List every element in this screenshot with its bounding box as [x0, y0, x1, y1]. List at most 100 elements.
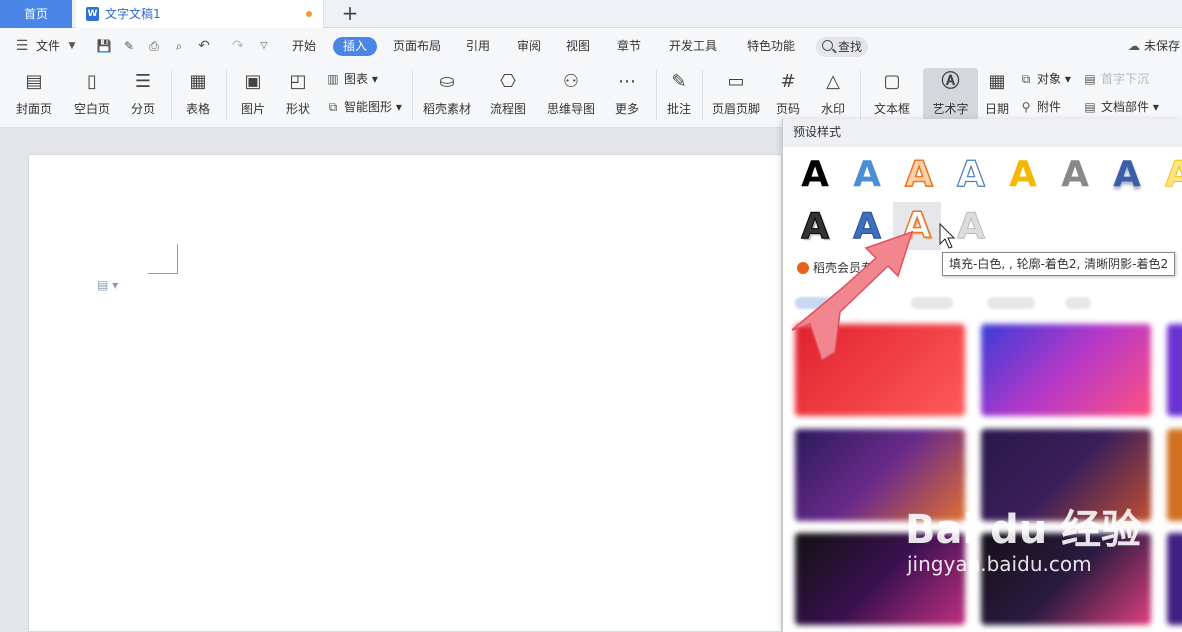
menu-dev-tools[interactable]: 开发工具: [669, 28, 717, 64]
object-label: 对象: [1037, 72, 1062, 86]
print-icon[interactable]: ⎙: [146, 38, 162, 54]
table-icon: ▦: [189, 71, 207, 92]
blank-page-button[interactable]: ▯ 空白页: [66, 68, 118, 124]
docparts-icon: ▤: [1084, 100, 1096, 114]
undo-icon[interactable]: ↶: [196, 38, 212, 54]
table-label: 表格: [185, 102, 210, 116]
blurred-category-tab[interactable]: [911, 297, 953, 309]
material-icon: ⛀: [439, 71, 455, 92]
menu-chapter[interactable]: 章节: [617, 28, 641, 64]
wordart-style-9[interactable]: A: [791, 203, 839, 251]
page-break-button[interactable]: ☰ 分页: [123, 68, 163, 124]
blurred-template-thumbnail[interactable]: [795, 533, 965, 625]
unsaved-status[interactable]: 未保存: [1144, 28, 1180, 64]
search-button[interactable]: 查找: [816, 37, 868, 57]
menu-insert[interactable]: 插入: [333, 37, 377, 56]
calendar-icon: ▦: [988, 71, 1006, 92]
dropcap-icon: ▤: [1084, 72, 1096, 86]
wordart-style-1[interactable]: A: [791, 151, 839, 199]
page-number-button[interactable]: # 页码: [768, 68, 808, 124]
picture-label: 图片: [240, 102, 265, 116]
unsaved-dot-icon: [306, 11, 312, 17]
writer-doc-icon: W: [86, 7, 99, 21]
tab-document[interactable]: W 文字文稿1: [76, 0, 324, 28]
wordart-button[interactable]: Ⓐ 艺术字: [923, 68, 978, 124]
save-icon[interactable]: 💾: [96, 38, 112, 54]
attachment-button[interactable]: ⚲ 附件: [1018, 96, 1061, 118]
preset-styles-header: 预设样式: [783, 119, 1182, 147]
watermark-label: 水印: [820, 102, 845, 116]
wordart-style-8[interactable]: A: [1155, 151, 1182, 199]
menu-page-layout[interactable]: 页面布局: [393, 28, 441, 64]
menu-start[interactable]: 开始: [292, 28, 316, 64]
document-page[interactable]: [28, 154, 782, 632]
watermark-button[interactable]: △ 水印: [813, 68, 853, 124]
menu-references[interactable]: 引用: [466, 28, 490, 64]
hamburger-menu-icon[interactable]: ☰: [14, 38, 30, 54]
flowchart-button[interactable]: ⎔ 流程图: [482, 68, 534, 124]
menu-view[interactable]: 视图: [566, 28, 590, 64]
blurred-category-tab[interactable]: [795, 297, 845, 309]
blurred-category-tab[interactable]: [1065, 297, 1091, 309]
table-button[interactable]: ▦ 表格: [178, 68, 218, 124]
menu-special-features[interactable]: 特色功能: [747, 28, 795, 64]
picture-button[interactable]: ▣ 图片: [233, 68, 273, 124]
blurred-category-tab[interactable]: [987, 297, 1035, 309]
ribbon-divider: [226, 70, 227, 120]
watermark-icon: △: [826, 71, 840, 92]
paragraph-options-icon[interactable]: ▤ ▾: [97, 278, 123, 292]
mindmap-button[interactable]: ⚇ 思维导图: [540, 68, 602, 124]
page-number-label: 页码: [775, 102, 800, 116]
margin-corner-mark: [148, 244, 178, 274]
page-break-icon: ☰: [134, 71, 152, 92]
chevron-down-icon[interactable]: ▼: [64, 38, 80, 54]
ribbon-divider: [171, 70, 172, 120]
header-footer-icon: ▭: [727, 71, 745, 92]
blurred-template-thumbnail[interactable]: [1167, 429, 1182, 521]
dropcap-button[interactable]: ▤ 首字下沉: [1082, 68, 1149, 90]
menu-file[interactable]: 文件: [36, 28, 60, 64]
ribbon-divider: [860, 70, 861, 120]
blurred-template-thumbnail[interactable]: [981, 429, 1151, 521]
wordart-style-7[interactable]: A: [1103, 151, 1151, 199]
attachment-label: 附件: [1037, 100, 1062, 114]
smartart-button[interactable]: ⧉ 智能图形 ▾: [325, 96, 402, 118]
docparts-button[interactable]: ▤ 文档部件 ▾: [1082, 96, 1159, 118]
date-button[interactable]: ▦ 日期: [982, 68, 1012, 124]
tab-home[interactable]: 首页: [0, 0, 72, 28]
header-footer-button[interactable]: ▭ 页眉页脚: [708, 68, 764, 124]
menu-review[interactable]: 审阅: [517, 28, 541, 64]
wordart-style-6[interactable]: A: [1051, 151, 1099, 199]
blurred-template-thumbnail[interactable]: [795, 429, 965, 521]
wordart-style-2[interactable]: A: [843, 151, 891, 199]
shape-button[interactable]: ◰ 形状: [278, 68, 318, 124]
cover-page-button[interactable]: ▤ 封面页: [8, 68, 60, 124]
ribbon-divider: [412, 70, 413, 120]
new-tab-button[interactable]: +: [340, 3, 360, 25]
redo-icon[interactable]: ↷: [230, 38, 246, 54]
wordart-style-10[interactable]: A: [843, 203, 891, 251]
wordart-style-5[interactable]: A: [999, 151, 1047, 199]
blurred-template-thumbnail[interactable]: [981, 533, 1151, 625]
print-preview-icon[interactable]: ⌕: [171, 38, 187, 54]
more-button[interactable]: ⋯ 更多: [607, 68, 647, 124]
vip-label: 稻壳会员专享: [813, 261, 886, 275]
blurred-template-thumbnail[interactable]: [1167, 533, 1182, 625]
blurred-template-thumbnail[interactable]: [795, 324, 965, 416]
textbox-button[interactable]: ▢ 文本框: [866, 68, 918, 124]
picture-icon: ▣: [244, 71, 262, 92]
object-button[interactable]: ⧉ 对象 ▾: [1018, 68, 1071, 90]
chart-button[interactable]: ▥ 图表 ▾: [325, 68, 378, 90]
wordart-style-4[interactable]: A: [947, 151, 995, 199]
comment-button[interactable]: ✎ 批注: [662, 68, 696, 124]
wordart-style-11-hovered[interactable]: A: [893, 202, 941, 250]
blurred-template-thumbnail[interactable]: [981, 324, 1151, 416]
material-label: 稻壳素材: [422, 102, 471, 116]
header-footer-label: 页眉页脚: [711, 102, 760, 116]
quick-access-more-icon[interactable]: ▽: [256, 38, 272, 54]
format-painter-icon[interactable]: ✎: [121, 38, 137, 54]
material-button[interactable]: ⛀ 稻壳素材: [419, 68, 475, 124]
wordart-style-3[interactable]: A: [895, 151, 943, 199]
blurred-template-thumbnail[interactable]: [1167, 324, 1182, 416]
wordart-style-12[interactable]: A: [947, 203, 995, 251]
